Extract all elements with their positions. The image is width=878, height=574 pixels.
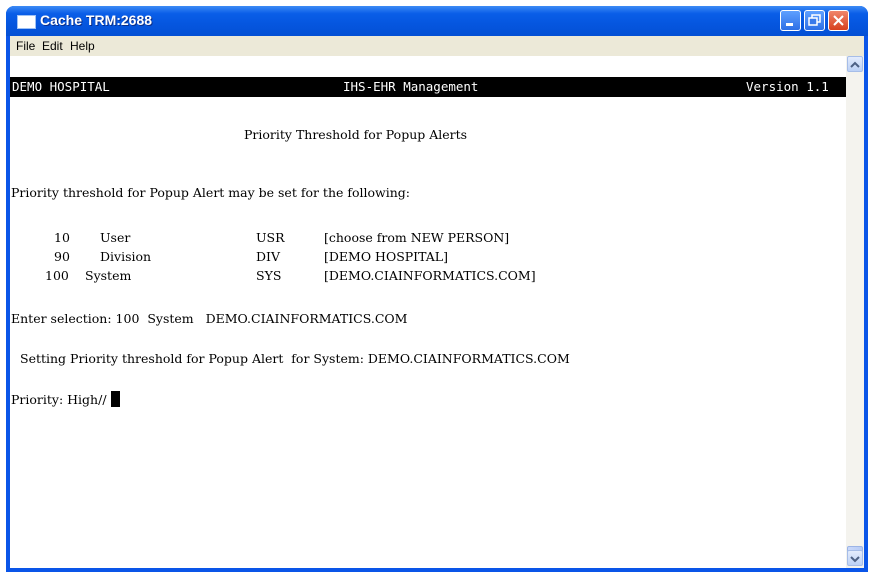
minimize-button[interactable]	[780, 10, 801, 31]
status-facility: DEMO HOSPITAL	[12, 79, 110, 94]
menu-edit[interactable]: Edit	[42, 39, 63, 53]
menu-help[interactable]: Help	[70, 39, 95, 53]
minimize-icon	[786, 23, 793, 26]
restore-icon	[808, 14, 821, 26]
close-icon	[833, 15, 844, 26]
title-bar[interactable]: Cache TRM:2688	[6, 6, 868, 36]
status-app: IHS-EHR Management	[343, 79, 479, 94]
menu-bar: File Edit Help	[10, 36, 864, 56]
priority-prompt[interactable]: Priority: High//	[11, 391, 120, 407]
terminal-screen[interactable]: DEMO HOSPITAL IHS-EHR Management Version…	[10, 56, 846, 568]
scroll-up-button[interactable]	[847, 56, 863, 72]
screen-heading: Priority Threshold for Popup Alerts	[244, 127, 468, 142]
window-title: Cache TRM:2688	[40, 12, 153, 28]
intro-line: Priority threshold for Popup Alert may b…	[11, 185, 411, 200]
text-cursor	[110, 391, 120, 407]
chevron-up-icon	[850, 61, 860, 68]
selection-line: Enter selection: 100 System DEMO.CIAINFO…	[11, 311, 408, 326]
prompt-text: Priority: High//	[11, 392, 111, 407]
close-button[interactable]	[828, 10, 849, 31]
status-version: Version 1.1	[746, 79, 829, 94]
restore-button[interactable]	[804, 10, 825, 31]
chevron-down-icon	[850, 556, 860, 563]
scroll-down-button[interactable]	[847, 550, 863, 566]
status-line: DEMO HOSPITAL IHS-EHR Management Version…	[10, 77, 846, 97]
terminal-window: Cache TRM:2688 File Edit Help DEMO HOSPI…	[6, 6, 868, 572]
menu-file[interactable]: File	[16, 39, 35, 53]
app-icon	[17, 15, 36, 29]
setting-line: Setting Priority threshold for Popup Ale…	[20, 351, 570, 366]
vertical-scrollbar[interactable]	[846, 56, 864, 568]
